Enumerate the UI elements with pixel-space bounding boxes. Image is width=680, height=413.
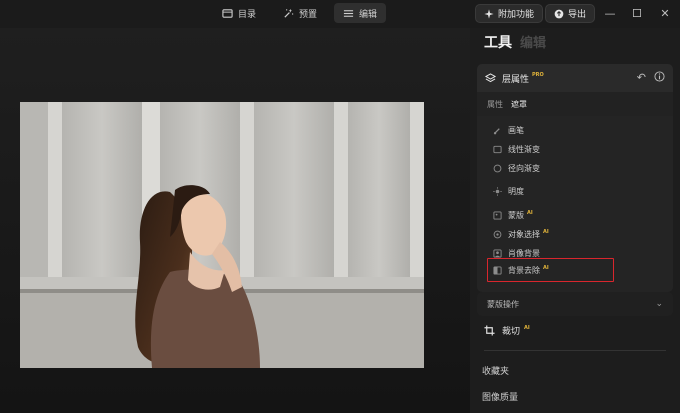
catalog-icon	[222, 8, 233, 18]
tool-object-select-label: 对象选择	[508, 229, 540, 239]
tab-tools[interactable]: 工具	[484, 32, 512, 52]
nav-presets-label: 预置	[299, 9, 318, 20]
nav-presets-button[interactable]: 预置	[274, 3, 326, 23]
crop-label: 裁切	[502, 327, 521, 337]
photo-image	[20, 102, 424, 368]
mask-operations-dropdown[interactable]: 蒙版操作 ⌄	[477, 292, 673, 316]
tool-linear-gradient-label: 线性渐变	[508, 144, 540, 154]
photo-canvas[interactable]	[0, 28, 470, 413]
ai-badge: AI	[543, 228, 549, 235]
divider	[484, 350, 666, 351]
chevron-down-icon: ⌄	[655, 299, 663, 309]
layers-icon	[485, 72, 496, 82]
nav-catalog-button[interactable]: 目录	[213, 3, 265, 23]
crop-tool[interactable]: 裁切 AI	[484, 324, 530, 337]
tool-mask-ai[interactable]: 蒙版 AI	[493, 208, 533, 222]
export-label: 导出	[568, 10, 587, 20]
object-select-icon	[493, 230, 502, 239]
layer-properties-title: 层属性	[502, 74, 530, 85]
tool-radial-gradient-label: 径向渐变	[508, 163, 540, 173]
export-button[interactable]: 导出	[545, 4, 596, 23]
addons-label: 附加功能	[498, 10, 535, 20]
nav-catalog-label: 目录	[238, 9, 257, 20]
pro-badge: PRO	[532, 72, 544, 78]
tab-mask[interactable]: 遮罩	[511, 99, 527, 110]
close-icon[interactable]: ✕	[657, 5, 673, 21]
tab-properties[interactable]: 属性	[487, 99, 503, 110]
mask-tools-list: 画笔 线性渐变 径向渐变 明度 蒙版 AI 对象选择 AI 肖像背景 背景去除 …	[477, 116, 673, 292]
tool-luminance-label: 明度	[508, 186, 524, 196]
top-toolbar: 目录 预置 编辑 附加功能 导出 — ✕	[0, 0, 680, 28]
mask-operations-label: 蒙版操作	[487, 299, 519, 309]
tool-portrait-background-label: 肖像背景	[508, 248, 540, 258]
tool-linear-gradient[interactable]: 线性渐变	[493, 142, 540, 156]
linear-gradient-icon	[493, 145, 502, 154]
export-icon	[554, 9, 564, 18]
panel-tabs: 工具 编辑	[484, 32, 546, 52]
radial-gradient-icon	[493, 164, 502, 173]
luminance-icon	[493, 186, 502, 196]
mask-icon	[493, 210, 502, 220]
layer-subtabs: 属性 遮罩	[477, 92, 673, 116]
nav-edit-button[interactable]: 编辑	[334, 3, 387, 23]
maximize-icon[interactable]	[629, 5, 645, 21]
tool-radial-gradient[interactable]: 径向渐变	[493, 161, 540, 175]
tool-mask-label: 蒙版	[508, 210, 524, 220]
highlight-box	[487, 258, 614, 282]
ai-badge: AI	[524, 325, 530, 331]
crop-icon	[484, 325, 495, 336]
ai-badge: AI	[527, 209, 533, 216]
tool-brush[interactable]: 画笔	[493, 123, 524, 137]
nav-edit-label: 编辑	[359, 9, 378, 20]
tab-edit[interactable]: 编辑	[520, 32, 546, 51]
sparkle-icon	[484, 8, 494, 19]
brush-icon	[493, 126, 502, 135]
minimize-icon[interactable]: —	[602, 5, 618, 21]
addons-button[interactable]: 附加功能	[475, 4, 544, 23]
tool-brush-label: 画笔	[508, 125, 524, 135]
sliders-icon	[343, 9, 354, 17]
tool-luminance[interactable]: 明度	[493, 184, 524, 198]
tool-object-select[interactable]: 对象选择 AI	[493, 227, 549, 241]
presets-icon	[284, 8, 294, 18]
section-favorites[interactable]: 收藏夹	[482, 364, 509, 377]
layer-properties-header[interactable]: 层属性 PRO ↶	[477, 64, 673, 92]
right-panel: 工具 编辑 层属性 PRO ↶ 属性 遮罩 画笔 线性渐变 径向渐变 明度 蒙版…	[470, 28, 680, 413]
portrait-bg-icon	[493, 248, 502, 258]
section-image-quality[interactable]: 图像质量	[482, 390, 518, 403]
undo-icon[interactable]: ↶	[637, 71, 646, 85]
info-icon[interactable]	[654, 71, 665, 85]
